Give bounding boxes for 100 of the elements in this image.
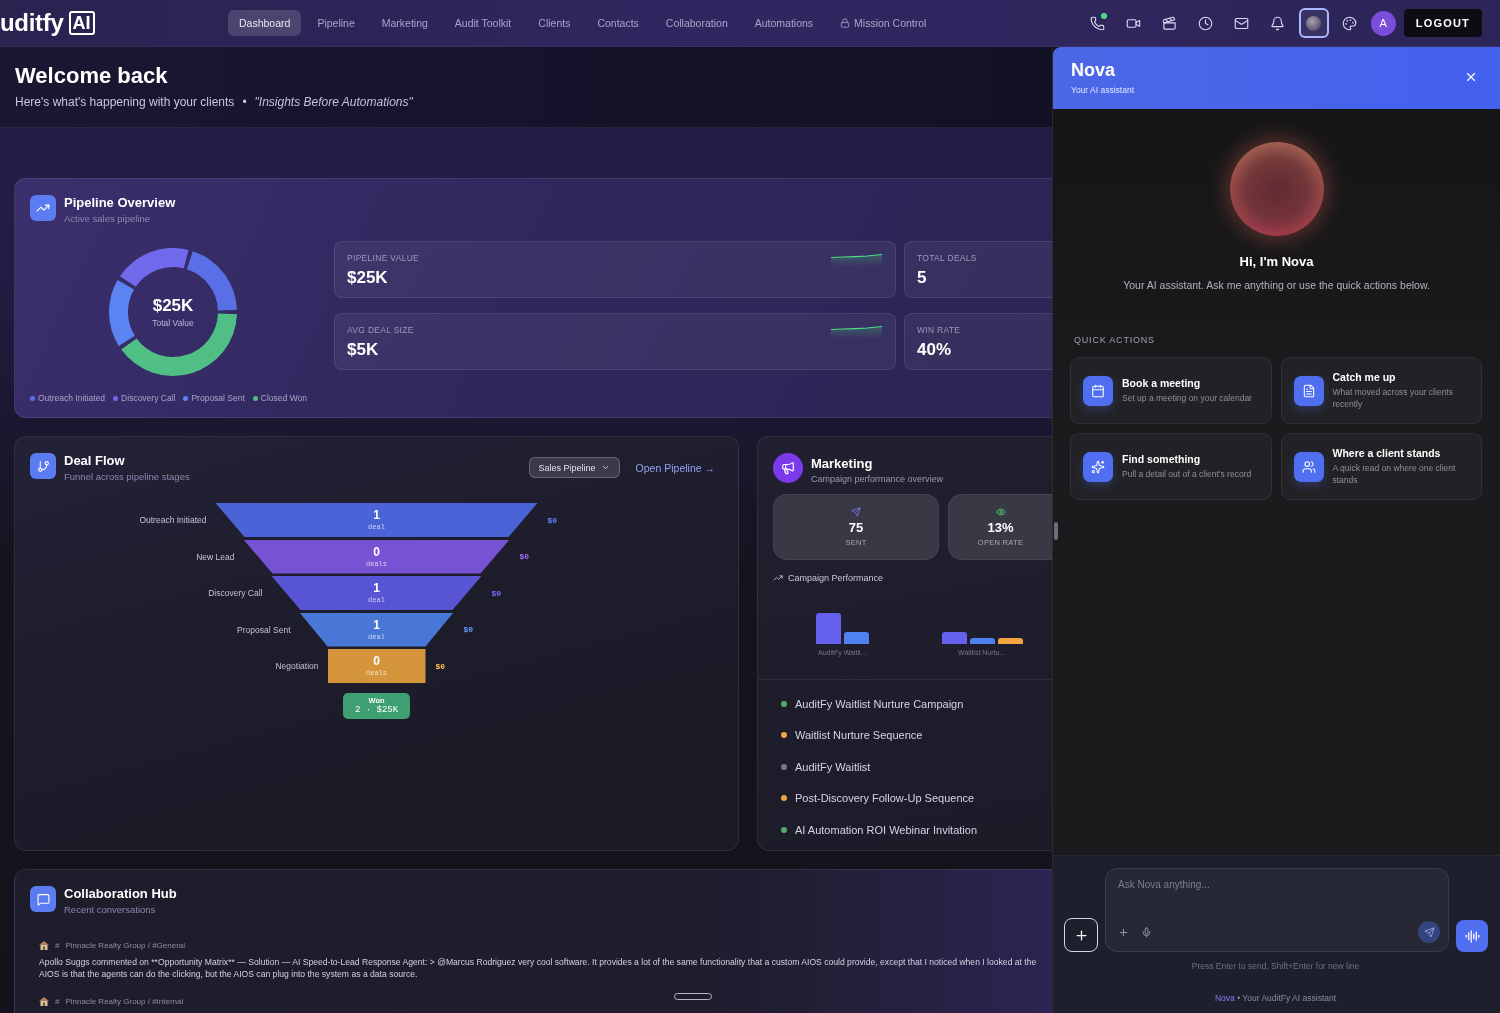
stat-value: 75 — [848, 520, 864, 535]
nav-tab[interactable]: Clients — [527, 10, 582, 36]
stage-label: Proposal Sent — [237, 624, 292, 635]
card-subtitle: Recent conversations — [64, 904, 157, 915]
action-description: Pull a detail out of a client's record — [1122, 468, 1252, 480]
card-title: Deal Flow — [64, 453, 126, 468]
nav-tab[interactable]: Dashboard — [228, 10, 302, 36]
deal-count: 1 — [373, 509, 380, 522]
input-hint: Press Enter to send, Shift+Enter for new line — [1191, 961, 1360, 971]
card-subtitle: Active sales pipeline — [64, 213, 152, 224]
chart-title: Campaign Performance — [788, 573, 884, 583]
channel-name: Pinnacle Realty Group / #Internal — [65, 997, 184, 1006]
campaign-name: Waitlist Nurture Sequence — [795, 729, 923, 742]
action-description: A quick read on where one client stands — [1332, 462, 1457, 486]
bell-icon — [1270, 15, 1286, 31]
audio-wave-icon — [1464, 928, 1480, 944]
stage-amount: $0 — [546, 515, 558, 525]
logout-button[interactable]: LOGOUT — [1403, 9, 1482, 37]
stat-label: PIPELINE VALUE — [347, 253, 420, 263]
deal-count: 0 — [373, 655, 380, 668]
plus-icon[interactable] — [1118, 926, 1129, 938]
nav-tab[interactable]: Mission Control — [829, 10, 938, 36]
campaign-name: Post-Discovery Follow-Up Sequence — [795, 792, 975, 805]
eye-icon — [995, 507, 1006, 517]
pipeline-select[interactable]: Sales Pipeline — [528, 457, 620, 478]
branch-icon — [30, 453, 56, 479]
action-title: Book a meeting — [1122, 377, 1202, 389]
chat-icon — [30, 886, 56, 912]
trend-icon — [773, 573, 783, 583]
stage-label: Outreach Initiated — [139, 515, 208, 525]
clapperboard-icon — [1162, 15, 1178, 31]
nav-tab[interactable]: Marketing — [370, 10, 439, 36]
assistant-button[interactable] — [1298, 8, 1329, 38]
stage-label: Discovery Call — [208, 588, 264, 598]
trend-icon — [30, 195, 56, 221]
voice-button[interactable] — [1456, 920, 1488, 952]
legend-label: Closed Won — [260, 393, 307, 403]
user-avatar[interactable]: A — [1370, 10, 1396, 36]
won-summary: 2 · $25K — [354, 705, 399, 715]
stage-amount: $0 — [490, 588, 502, 598]
people-icon — [1293, 451, 1324, 482]
action-description: Set up a meeting on your calendar — [1122, 392, 1252, 404]
quick-action-card[interactable]: Where a client stands A quick read on where one client stands — [1280, 433, 1482, 500]
quick-action-card[interactable]: Catch me up What moved across your clients recently — [1280, 357, 1482, 424]
send-icon — [1423, 926, 1435, 938]
assistant-footer: Nova • Your AuditFy AI assistant — [1214, 993, 1337, 1003]
resize-handle[interactable] — [1054, 522, 1058, 540]
nav-tab[interactable]: Audit Toolkit — [443, 10, 523, 36]
action-title: Find something — [1122, 453, 1202, 465]
send-icon — [851, 507, 861, 517]
card-subtitle: Funnel across pipeline stages — [64, 471, 190, 482]
card-subtitle: Campaign performance overview — [811, 474, 944, 484]
calendar-icon — [1083, 375, 1113, 406]
open-pipeline-link[interactable]: Open Pipeline → — [635, 461, 715, 474]
nav-tab[interactable]: Pipeline — [306, 10, 366, 36]
campaign-name: AuditFy Waitlist — [795, 760, 871, 773]
plus-icon — [1073, 927, 1089, 943]
sparkline — [831, 253, 882, 267]
legend-label: Outreach Initiated — [38, 393, 106, 403]
stat-value: $5K — [347, 339, 379, 360]
card-title: Collaboration Hub — [64, 886, 177, 901]
page-subtitle: Here's what's happening with your clients — [15, 95, 235, 109]
house-icon — [39, 997, 49, 1006]
house-icon — [39, 941, 49, 950]
nav-tab[interactable]: Collaboration — [654, 10, 739, 36]
tagline: "Insights Before Automations" — [254, 95, 413, 109]
nav-tab[interactable]: Contacts — [586, 10, 650, 36]
stage-label: Negotiation — [275, 661, 320, 671]
megaphone-icon — [773, 453, 803, 483]
assistant-tagline: Your AI assistant — [1071, 84, 1134, 95]
deal-count: 1 — [373, 618, 380, 632]
message-input[interactable]: Ask Nova anything... — [1105, 868, 1449, 952]
chevron-down-icon — [600, 463, 610, 472]
deal-count: 1 — [373, 582, 380, 595]
card-title: Marketing — [811, 456, 874, 471]
stage-amount: $0 — [434, 661, 446, 671]
send-button[interactable] — [1418, 921, 1440, 943]
clock-icon — [1198, 15, 1214, 31]
message-field[interactable]: Ask Nova anything... — [1118, 879, 1440, 921]
action-title: Where a client stands — [1332, 447, 1442, 459]
deal-count: 0 — [373, 545, 380, 559]
intro-text: Your AI assistant. Ask me anything or use the quick actions below. — [1123, 279, 1430, 291]
quick-action-card[interactable]: Find something Pull a detail out of a client's record — [1070, 433, 1272, 500]
campaign-name: AI Automation ROI Webinar Invitation — [795, 823, 977, 836]
card-title: Pipeline Overview — [64, 195, 176, 210]
stage-amount: $0 — [462, 625, 474, 634]
quick-action-card[interactable]: Book a meeting Set up a meeting on your calendar — [1070, 357, 1272, 424]
hash-mark: # — [55, 941, 60, 950]
stat-value: $25K — [347, 268, 388, 288]
sparkline — [831, 324, 882, 339]
stage-amount: $0 — [518, 552, 530, 561]
microphone-icon[interactable] — [1141, 926, 1152, 938]
document-icon — [1293, 375, 1324, 406]
nav-tab[interactable]: Automations — [743, 10, 825, 36]
palette-icon — [1342, 15, 1358, 31]
logo-text: uditfy — [0, 9, 64, 37]
campaign-name: AuditFy Waitlist Nurture Campaign — [795, 697, 964, 710]
add-button[interactable] — [1064, 918, 1098, 952]
hash-mark: # — [55, 997, 60, 1006]
message-text: Apollo Suggs commented on **Opportunity Matrix** — Solution — AI Speed-to-Lead Response Agent: > @Marcus Rodriguez very cool software. It provides a lot of the same functionality that a custom AIOS could provide, except that I noticed when I looked at the AIOS is that the agents can do the clicking, but the AIOS can plug into the system as a data source. — [39, 956, 1038, 980]
